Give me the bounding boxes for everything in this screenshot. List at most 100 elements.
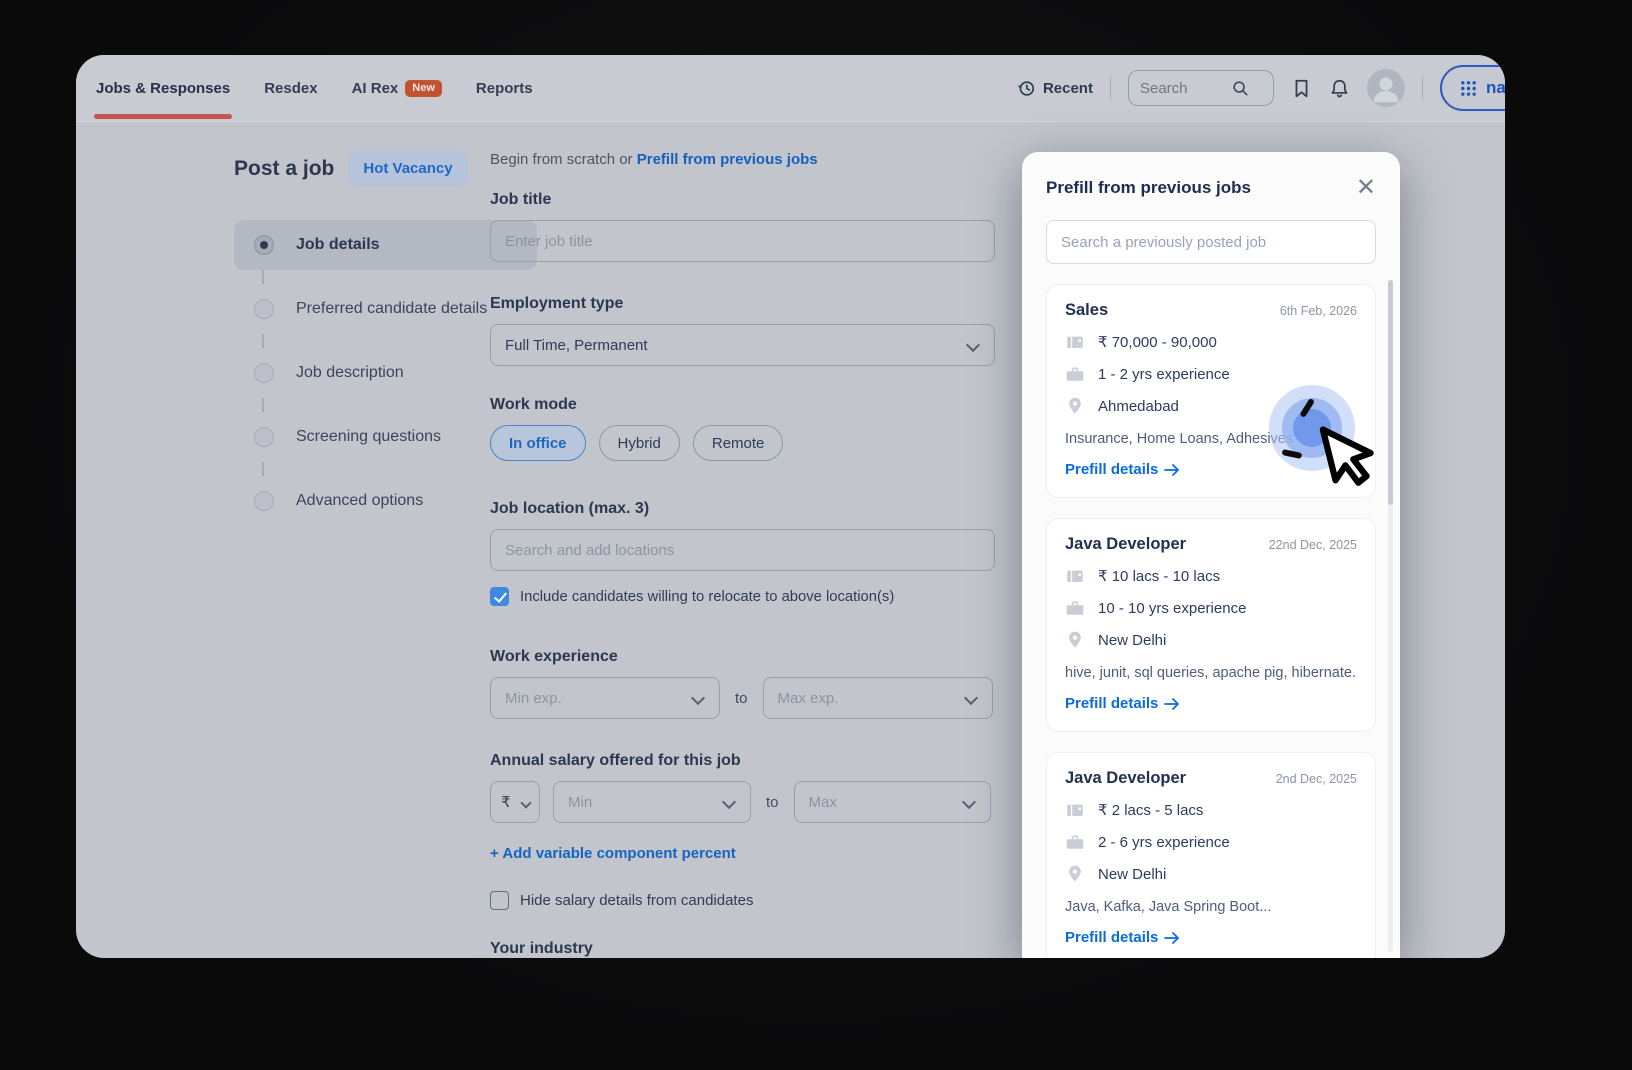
job-title-input[interactable] [505, 233, 980, 250]
new-badge: New [405, 80, 442, 97]
nav-tab[interactable]: AI Rex New [352, 80, 442, 97]
job-card-location: New Delhi [1098, 866, 1166, 883]
divider [1422, 76, 1423, 100]
bookmark-icon[interactable] [1291, 78, 1312, 99]
step-label: Advanced options [296, 492, 423, 510]
primary-nav: Jobs & Responses Resdex AI Rex New Repor… [96, 80, 533, 97]
nav-tab-label: AI Rex [352, 80, 399, 97]
job-location-input[interactable] [505, 542, 980, 559]
prefill-panel-title: Prefill from previous jobs [1046, 178, 1251, 198]
prefill-details-link[interactable]: Prefill details [1065, 461, 1180, 478]
top-navbar: Jobs & Responses Resdex AI Rex New Repor… [76, 55, 1505, 122]
briefcase-icon [1065, 598, 1085, 618]
job-location-label: Job location (max. 3) [490, 500, 995, 518]
page-title: Post a job [234, 157, 334, 181]
annual-salary-label: Annual salary offered for this job [490, 752, 995, 770]
job-card-experience: 10 - 10 yrs experience [1098, 600, 1246, 617]
range-joiner: to [735, 690, 748, 707]
job-card-date: 22nd Dec, 2025 [1269, 538, 1357, 552]
job-card-skills: hive, junit, sql queries, apache pig, hi… [1065, 665, 1357, 681]
job-card-date: 6th Feb, 2026 [1280, 304, 1357, 318]
work-mode-chip[interactable]: Hybrid [599, 425, 680, 461]
job-card-salary: ₹ 70,000 - 90,000 [1098, 333, 1217, 351]
relocate-checkbox[interactable] [490, 587, 509, 606]
previous-job-card: Java Developer 22nd Dec, 2025 ₹ 10 lacs … [1046, 518, 1376, 732]
app-window: Jobs & Responses Resdex AI Rex New Repor… [76, 55, 1505, 958]
work-mode-options: In office Hybrid Remote [490, 425, 995, 461]
min-experience-select[interactable]: Min exp. [490, 677, 720, 719]
job-details-form: Begin from scratch or Prefill from previ… [490, 151, 995, 958]
step-radio-icon [254, 235, 274, 255]
location-pin-icon [1065, 630, 1085, 650]
salary-icon [1065, 566, 1085, 586]
employment-type-label: Employment type [490, 295, 995, 313]
previous-job-card: Java Developer 2nd Dec, 2025 ₹ 2 lacs - … [1046, 752, 1376, 958]
recent-label: Recent [1043, 80, 1093, 97]
work-experience-label: Work experience [490, 648, 995, 666]
work-mode-chip-label: In office [509, 435, 567, 452]
nav-tab[interactable]: Reports [476, 80, 533, 97]
nav-tab[interactable]: Resdex [264, 80, 317, 97]
recent-button[interactable]: Recent [1017, 79, 1093, 98]
avatar[interactable] [1367, 69, 1405, 107]
job-card-salary: ₹ 10 lacs - 10 lacs [1098, 567, 1220, 585]
job-card-date: 2nd Dec, 2025 [1276, 772, 1357, 786]
relocate-checkbox-label: Include candidates willing to relocate t… [520, 589, 894, 605]
divider [1110, 76, 1111, 100]
step-radio-icon [254, 363, 274, 383]
nav-tab[interactable]: Jobs & Responses [96, 80, 230, 97]
min-salary-select[interactable]: Min [553, 781, 751, 823]
prefill-from-previous-jobs-link[interactable]: Prefill from previous jobs [637, 151, 818, 168]
salary-icon [1065, 332, 1085, 352]
previous-job-search-field [1046, 220, 1376, 264]
naukri-app-switcher[interactable]: naukri [1440, 65, 1505, 111]
previous-jobs-list: Sales 6th Feb, 2026 ₹ 70,000 - 90,000 1 … [1046, 284, 1376, 958]
grid-apps-icon [1460, 80, 1477, 97]
work-mode-chip-label: Remote [712, 435, 765, 452]
job-card-title: Java Developer [1065, 535, 1186, 554]
prefill-details-link[interactable]: Prefill details [1065, 929, 1180, 946]
step-label: Screening questions [296, 428, 441, 446]
job-card-title: Sales [1065, 301, 1108, 320]
previous-job-search-input[interactable] [1061, 234, 1361, 251]
step-radio-icon [254, 491, 274, 511]
hot-vacancy-badge: Hot Vacancy [348, 151, 467, 186]
location-pin-icon [1065, 396, 1085, 416]
work-mode-chip[interactable]: In office [490, 425, 586, 461]
history-clock-icon [1017, 79, 1036, 98]
hide-salary-checkbox[interactable] [490, 891, 509, 910]
briefcase-icon [1065, 364, 1085, 384]
arrow-right-icon [1164, 463, 1180, 477]
nav-tab-label: Reports [476, 80, 533, 97]
max-experience-select[interactable]: Max exp. [763, 677, 993, 719]
nav-search[interactable] [1128, 70, 1274, 106]
hide-salary-checkbox-label: Hide salary details from candidates [520, 892, 753, 909]
step-label: Preferred candidate details [296, 300, 487, 318]
job-card-location: Ahmedabad [1098, 398, 1179, 415]
step-label: Job details [296, 236, 380, 254]
nav-search-input[interactable] [1140, 80, 1232, 97]
step-radio-icon [254, 427, 274, 447]
work-mode-chip[interactable]: Remote [693, 425, 784, 461]
job-card-location: New Delhi [1098, 632, 1166, 649]
currency-select[interactable]: ₹ [490, 781, 540, 823]
prefill-details-link[interactable]: Prefill details [1065, 695, 1180, 712]
job-card-skills: Java, Kafka, Java Spring Boot... [1065, 899, 1357, 915]
job-card-title: Java Developer [1065, 769, 1186, 788]
add-variable-component-link[interactable]: + Add variable component percent [490, 845, 736, 862]
brand-label: naukri [1486, 78, 1505, 98]
work-mode-label: Work mode [490, 396, 995, 414]
range-joiner: to [766, 794, 779, 811]
close-icon[interactable]: ✕ [1356, 176, 1376, 200]
briefcase-icon [1065, 832, 1085, 852]
employment-type-select[interactable]: Full Time, Permanent [490, 324, 995, 366]
max-salary-select[interactable]: Max [794, 781, 991, 823]
step-radio-icon [254, 299, 274, 319]
arrow-right-icon [1164, 931, 1180, 945]
intro-line: Begin from scratch or Prefill from previ… [490, 151, 995, 168]
panel-scrollbar[interactable] [1388, 280, 1393, 952]
job-card-experience: 1 - 2 yrs experience [1098, 366, 1230, 383]
notification-bell-icon[interactable] [1329, 78, 1350, 99]
navbar-right: Recent naukri [1017, 65, 1505, 111]
work-mode-chip-label: Hybrid [618, 435, 661, 452]
